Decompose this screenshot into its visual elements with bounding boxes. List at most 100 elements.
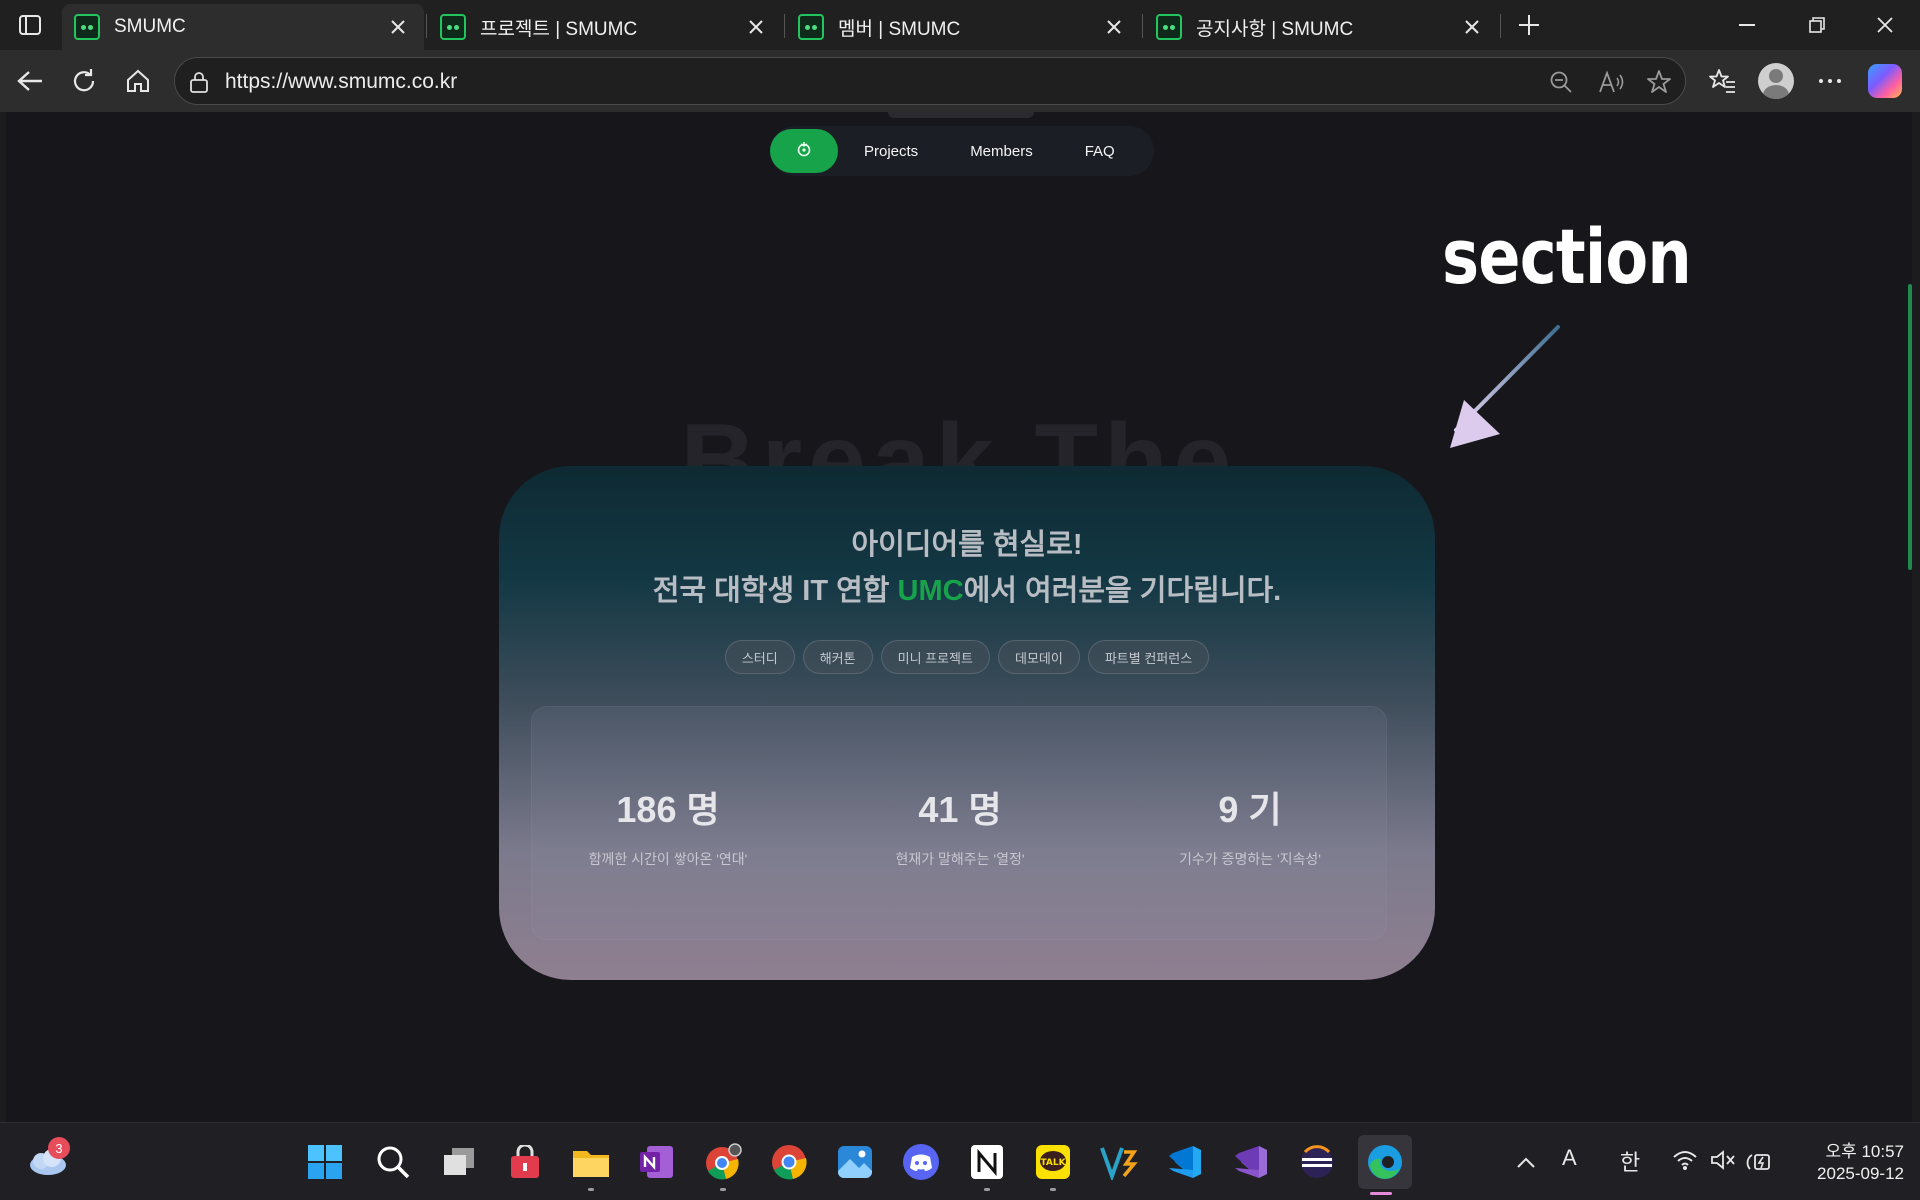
show-hidden-icons-chevron-icon[interactable] bbox=[1516, 1149, 1536, 1175]
minimize-icon[interactable] bbox=[1712, 0, 1782, 50]
read-aloud-icon[interactable] bbox=[1597, 68, 1625, 96]
close-tab-icon[interactable] bbox=[1102, 15, 1126, 39]
clock-date: 2025-09-12 bbox=[1817, 1164, 1904, 1183]
tab-actions-menu-icon[interactable] bbox=[14, 10, 46, 40]
close-tab-icon[interactable] bbox=[1460, 15, 1484, 39]
running-indicator bbox=[984, 1188, 990, 1191]
lock-app-icon[interactable] bbox=[502, 1139, 548, 1185]
site-info-lock-icon[interactable] bbox=[187, 70, 211, 94]
edge-icon[interactable] bbox=[1358, 1135, 1412, 1195]
stats-panel: 186 명 함께한 시간이 쌓아온 '연대' 41 명 현재가 말해주는 '열정… bbox=[531, 706, 1387, 940]
nav-link-members[interactable]: Members bbox=[944, 143, 1059, 160]
tab-strip: SMUMC 프로젝트 | SMUMC 멤버 | SMUMC 공지사항 | SMU… bbox=[0, 0, 1920, 50]
tab-title: 공지사항 | SMUMC bbox=[1196, 18, 1354, 40]
wifi-icon[interactable] bbox=[1672, 1149, 1698, 1177]
tab-divider bbox=[1142, 14, 1143, 38]
chip-part-conference: 파트별 컨퍼런스 bbox=[1087, 640, 1210, 674]
stat-generations: 9 기 기수가 증명하는 '지속성' bbox=[1110, 781, 1390, 869]
umc-accent-text: UMC bbox=[897, 575, 964, 607]
hero-headline: 아이디어를 현실로! 전국 대학생 IT 연합 UMC에서 여러분을 기다립니다… bbox=[499, 522, 1435, 614]
close-tab-icon[interactable] bbox=[744, 15, 768, 39]
close-tab-icon[interactable] bbox=[386, 15, 410, 39]
visual-studio-icon[interactable] bbox=[1228, 1139, 1274, 1185]
photos-icon[interactable] bbox=[832, 1139, 878, 1185]
stat-caption: 함께한 시간이 쌓아온 '연대' bbox=[588, 851, 748, 867]
tab-projects[interactable]: 프로젝트 | SMUMC bbox=[428, 4, 782, 50]
ime-language[interactable]: 한 bbox=[1620, 1145, 1640, 1177]
kakaotalk-icon[interactable]: TALK bbox=[1030, 1139, 1076, 1191]
nav-handle bbox=[888, 112, 1034, 118]
file-explorer-icon[interactable] bbox=[568, 1139, 614, 1191]
ime-mode[interactable]: A bbox=[1562, 1145, 1577, 1171]
onenote-icon[interactable] bbox=[634, 1139, 680, 1185]
chip-hackathon: 해커톤 bbox=[802, 640, 873, 674]
svg-text:TALK: TALK bbox=[1040, 1158, 1066, 1168]
copilot-icon[interactable] bbox=[1868, 64, 1902, 98]
profile-avatar[interactable] bbox=[1758, 63, 1794, 99]
hero-section-card: 아이디어를 현실로! 전국 대학생 IT 연합 UMC에서 여러분을 기다립니다… bbox=[499, 466, 1435, 980]
home-icon[interactable] bbox=[118, 61, 158, 101]
stat-caption: 기수가 증명하는 '지속성' bbox=[1179, 851, 1321, 867]
new-tab-icon[interactable] bbox=[1512, 8, 1546, 42]
system-clock[interactable]: 오후 10:57 2025-09-12 bbox=[1788, 1141, 1904, 1185]
chrome-profile-icon[interactable] bbox=[700, 1139, 746, 1191]
more-options-icon[interactable] bbox=[1810, 61, 1850, 101]
tab-notices[interactable]: 공지사항 | SMUMC bbox=[1144, 4, 1498, 50]
stat-total-members: 186 명 함께한 시간이 쌓아온 '연대' bbox=[528, 781, 808, 869]
tab-divider bbox=[784, 14, 785, 38]
vscode-icon[interactable] bbox=[1162, 1139, 1208, 1185]
stat-value: 186 명 bbox=[616, 789, 720, 830]
start-windows-icon[interactable] bbox=[302, 1139, 348, 1185]
task-view-icon[interactable] bbox=[436, 1139, 482, 1185]
favorite-star-icon[interactable] bbox=[1645, 68, 1673, 96]
page-scrollbar[interactable] bbox=[1908, 284, 1912, 570]
stat-value: 41 명 bbox=[918, 789, 1002, 830]
battery-charging-icon[interactable] bbox=[1746, 1149, 1772, 1179]
notion-icon[interactable] bbox=[964, 1139, 1010, 1191]
chip-mini-project: 미니 프로젝트 bbox=[880, 640, 990, 674]
chip-study: 스터디 bbox=[724, 640, 795, 674]
chrome-icon[interactable] bbox=[766, 1139, 812, 1185]
weather-badge: 3 bbox=[48, 1137, 70, 1159]
tab-title: 프로젝트 | SMUMC bbox=[480, 18, 638, 40]
tab-divider bbox=[1500, 14, 1501, 38]
smumc-favicon-icon bbox=[1156, 14, 1182, 40]
zoom-out-icon[interactable] bbox=[1547, 68, 1575, 96]
nav-link-projects[interactable]: Projects bbox=[838, 143, 944, 160]
smumc-favicon-icon bbox=[798, 14, 824, 40]
hero-headline-line-2: 전국 대학생 IT 연합 UMC에서 여러분을 기다립니다. bbox=[652, 575, 1282, 607]
eclipse-icon[interactable] bbox=[1294, 1139, 1340, 1185]
refresh-icon[interactable] bbox=[64, 61, 104, 101]
stat-value: 9 기 bbox=[1218, 789, 1282, 830]
url-text[interactable]: https://www.smumc.co.kr bbox=[225, 70, 457, 94]
volume-muted-icon[interactable] bbox=[1710, 1149, 1736, 1177]
close-window-icon[interactable] bbox=[1850, 0, 1920, 50]
search-icon[interactable] bbox=[370, 1139, 416, 1185]
stat-caption: 현재가 말해주는 '열정' bbox=[895, 851, 1025, 867]
active-indicator bbox=[1370, 1192, 1392, 1195]
nav-link-faq[interactable]: FAQ bbox=[1059, 143, 1141, 160]
tab-title: SMUMC bbox=[114, 16, 186, 37]
address-bar[interactable]: https://www.smumc.co.kr bbox=[174, 57, 1686, 105]
activity-chips: 스터디 해커톤 미니 프로젝트 데모데이 파트별 컨퍼런스 bbox=[499, 640, 1435, 674]
running-indicator bbox=[720, 1188, 726, 1191]
browser-toolbar: https://www.smumc.co.kr bbox=[0, 50, 1920, 112]
back-icon[interactable] bbox=[10, 61, 50, 101]
running-indicator bbox=[588, 1188, 594, 1191]
site-nav: Projects Members FAQ bbox=[770, 126, 1154, 176]
page-viewport: Projects Members FAQ section Break The R… bbox=[6, 112, 1912, 1122]
smumc-favicon-icon bbox=[440, 14, 466, 40]
tab-title: 멤버 | SMUMC bbox=[838, 18, 961, 40]
tab-members[interactable]: 멤버 | SMUMC bbox=[786, 4, 1140, 50]
home-leaf-icon bbox=[795, 140, 813, 163]
favorites-icon[interactable] bbox=[1702, 61, 1742, 101]
chip-demoday: 데모데이 bbox=[997, 640, 1080, 674]
nav-home-button[interactable] bbox=[770, 129, 838, 173]
annotation-label: section bbox=[1442, 212, 1692, 301]
tab-smumc[interactable]: SMUMC bbox=[62, 4, 424, 50]
smumc-favicon-icon bbox=[74, 14, 100, 40]
vs-installer-icon[interactable] bbox=[1096, 1139, 1142, 1185]
running-indicator bbox=[1050, 1188, 1056, 1191]
discord-icon[interactable] bbox=[898, 1139, 944, 1185]
restore-icon[interactable] bbox=[1782, 0, 1852, 50]
